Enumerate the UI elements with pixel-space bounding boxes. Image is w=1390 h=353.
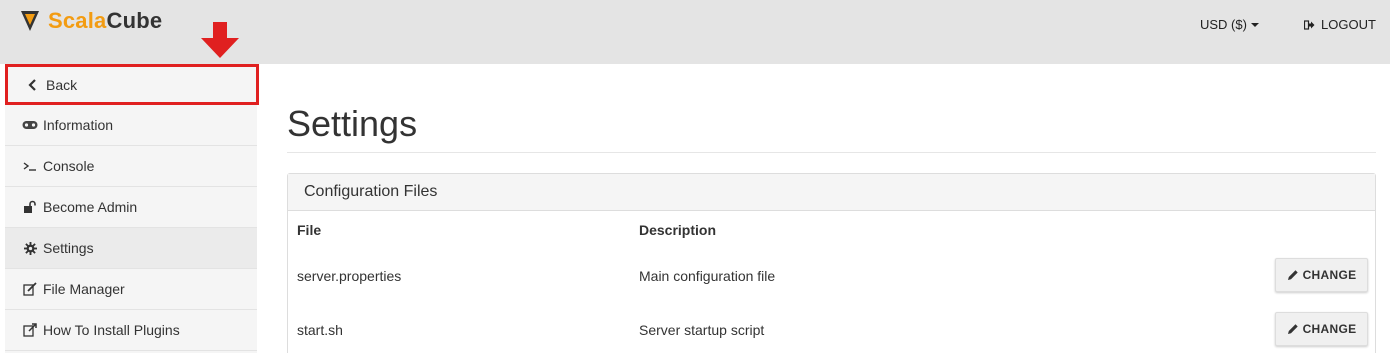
chevron-left-icon (25, 77, 41, 93)
pencil-icon (1287, 270, 1298, 280)
sidebar-item-label: Console (43, 158, 95, 174)
sidebar-item-file-manager[interactable]: File Manager (5, 269, 257, 310)
logo-text-cube: Cube (106, 8, 163, 33)
logout-label: LOGOUT (1321, 17, 1376, 32)
logout-link[interactable]: LOGOUT (1304, 17, 1376, 32)
sidebar-item-information[interactable]: Information (5, 105, 257, 146)
sidebar-item-become-admin[interactable]: Become Admin (5, 187, 257, 228)
panel-title: Configuration Files (288, 174, 1375, 211)
change-button-start-sh[interactable]: CHANGE (1275, 312, 1368, 346)
pencil-icon (1287, 324, 1298, 334)
edit-icon (22, 281, 38, 297)
configuration-files-panel: Configuration Files File Description ser… (287, 173, 1376, 353)
red-arrow-down-icon (201, 22, 239, 58)
column-header-description: Description (639, 222, 717, 238)
title-divider (287, 152, 1376, 153)
caret-down-icon (1250, 22, 1259, 27)
terminal-icon (22, 158, 38, 174)
external-link-icon (22, 322, 38, 338)
sidebar-item-install-plugins[interactable]: How To Install Plugins (5, 310, 257, 351)
page-title: Settings (287, 103, 418, 144)
description-cell: Main configuration file (639, 268, 776, 284)
column-header-file: File (297, 222, 322, 238)
gamepad-icon (22, 117, 38, 133)
sidebar-item-label: Back (46, 76, 78, 93)
logo[interactable]: ScalaCube (20, 8, 162, 34)
change-label: CHANGE (1302, 322, 1357, 336)
sidebar-item-label: Become Admin (43, 199, 138, 215)
logo-text-scala: Scala (48, 8, 107, 33)
gear-icon (22, 240, 38, 256)
sidebar: Back Information Console Become Admin Se… (5, 64, 259, 353)
file-name-cell: server.properties (297, 268, 402, 284)
unlock-icon (22, 199, 38, 215)
currency-dropdown[interactable]: USD ($) (1200, 17, 1259, 32)
description-cell: Server startup script (639, 322, 765, 338)
sidebar-item-label: Settings (43, 240, 94, 256)
sidebar-item-back[interactable]: Back (5, 64, 259, 105)
change-label: CHANGE (1302, 268, 1357, 282)
sign-out-icon (1304, 19, 1315, 30)
sidebar-item-console[interactable]: Console (5, 146, 257, 187)
sidebar-item-label: Information (43, 117, 114, 133)
sidebar-item-label: How To Install Plugins (43, 322, 180, 338)
sidebar-item-settings[interactable]: Settings (5, 228, 257, 269)
currency-label: USD ($) (1200, 17, 1247, 32)
file-name-cell: start.sh (297, 322, 343, 338)
change-button-server-properties[interactable]: CHANGE (1275, 258, 1368, 292)
triangle-down-logo-icon (21, 11, 39, 31)
sidebar-item-label: File Manager (43, 281, 125, 297)
